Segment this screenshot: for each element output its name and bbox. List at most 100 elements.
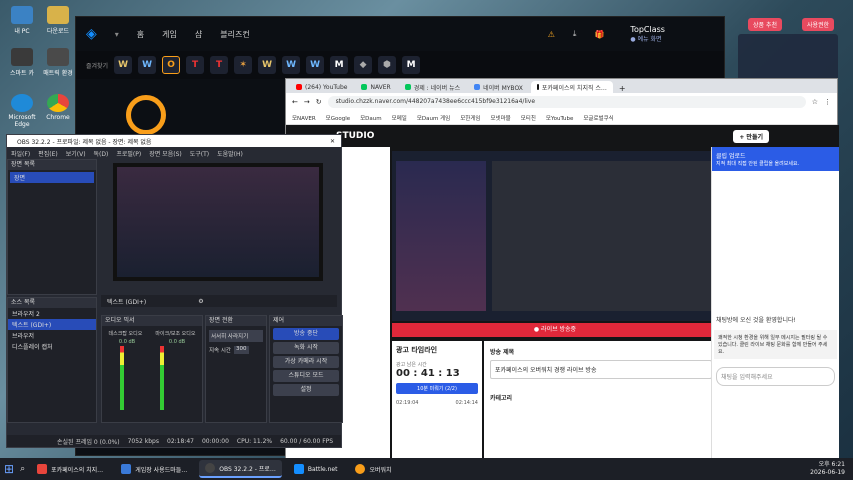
game-icon-hots[interactable]: ◆: [354, 56, 373, 74]
create-button[interactable]: + 만들기: [733, 129, 769, 143]
duration-input[interactable]: 300: [234, 346, 249, 354]
menu-view[interactable]: 보기(V): [66, 149, 86, 158]
game-icon-sc2[interactable]: W: [306, 56, 325, 74]
menu-tools[interactable]: 도구(T): [190, 149, 209, 158]
search-icon[interactable]: ⌕: [20, 464, 25, 474]
desktop-icon-mypc[interactable]: 내 PC: [4, 6, 40, 35]
desktop-icon-env[interactable]: 매트릭 환경: [40, 48, 76, 77]
address-bar[interactable]: studio.chzzk.naver.com/448207a7438ee6ccc…: [327, 96, 806, 108]
game-icon-hearthstone[interactable]: ✶: [234, 56, 253, 74]
menu-edit[interactable]: 편집(E): [38, 149, 58, 158]
menu-dock[interactable]: 독(D): [94, 149, 109, 158]
source-item[interactable]: 브라우저: [8, 330, 96, 341]
transition-select[interactable]: 서서히 사라지기: [209, 330, 263, 342]
clip-upload-banner[interactable]: 클립 업로드 지적 최대 직접 안된 클립을 올려보세요.: [712, 147, 839, 171]
game-icon-sc[interactable]: W: [282, 56, 301, 74]
game-icon-cod[interactable]: M: [330, 56, 349, 74]
menu-scene-collection[interactable]: 장면 모음(S): [149, 149, 181, 158]
game-icon-warcraft[interactable]: W: [114, 56, 133, 74]
recommend-button[interactable]: 상품 추천: [748, 18, 782, 31]
ad-delay-button[interactable]: 10분 미뤄기 (2/2): [396, 383, 478, 394]
close-icon[interactable]: ✕: [330, 138, 335, 145]
source-item[interactable]: 디스플레이 캡처: [8, 341, 96, 352]
start-recording-button[interactable]: 녹화 시작: [273, 342, 339, 354]
bookmark[interactable]: 모Daum 게임: [417, 114, 450, 122]
ad-timer-label: 광고 남은 시간: [396, 362, 427, 368]
nav-shop[interactable]: 샵: [195, 29, 202, 40]
virtual-camera-button[interactable]: 가상 카메라 시작: [273, 356, 339, 368]
tab-naver[interactable]: NAVER: [355, 81, 396, 93]
mixer-levels: 0.0 dB 0.0 dB: [118, 339, 186, 345]
taskbar-item-overwatch[interactable]: 오버워치: [349, 460, 397, 478]
settings-button[interactable]: 설정: [273, 384, 339, 396]
bookmark[interactable]: 모YouTube: [546, 114, 573, 122]
nav-home[interactable]: 홈: [137, 29, 144, 40]
menu-help[interactable]: 도움말(H): [217, 149, 243, 158]
game-icon-overwatch[interactable]: O: [162, 56, 181, 74]
clock[interactable]: 오후 6:21 2026-06-19: [810, 461, 845, 477]
desktop-icon-chrome[interactable]: Chrome: [40, 94, 76, 121]
bookmark[interactable]: 모NAVER: [292, 114, 316, 122]
studio-header: STUDIO + 만들기: [286, 125, 839, 147]
studio-mode-button[interactable]: 스튜디오 모드: [273, 370, 339, 382]
bookmark[interactable]: 모넷마블: [490, 114, 510, 122]
stream-title-input[interactable]: 포카페이스의 오버워치 경쟁 라이브 방송: [490, 360, 712, 379]
nav-blizzcon[interactable]: 블리즈컨: [220, 29, 249, 40]
bookmark[interactable]: 모Daum: [360, 114, 382, 122]
game-icon-wc3[interactable]: W: [258, 56, 277, 74]
star-icon[interactable]: ☆: [812, 98, 818, 106]
dropdown-icon[interactable]: ▾: [115, 30, 119, 39]
game-icon-diablo2[interactable]: T: [210, 56, 229, 74]
game-icon-diablo[interactable]: T: [186, 56, 205, 74]
taskbar-item-obs[interactable]: OBS 32.2.2 - 프로…: [199, 460, 282, 478]
game-icon-crash[interactable]: ⬢: [378, 56, 397, 74]
nested-desktop-preview: [492, 161, 712, 311]
bookmark[interactable]: 모티친: [521, 114, 536, 122]
back-icon[interactable]: ←: [292, 98, 298, 106]
desktop-icon-downloads[interactable]: 다운로드: [40, 6, 76, 35]
taskbar-item-battlenet[interactable]: Battle.net: [288, 460, 344, 478]
chat-input[interactable]: 채팅을 입력해주세요: [716, 367, 835, 386]
game-icon-wow[interactable]: W: [138, 56, 157, 74]
chzzk-icon: [536, 84, 539, 90]
desktop-top-widgets: 상품 추천 사용권한: [748, 18, 835, 31]
tab-youtube[interactable]: (264) YouTube: [290, 81, 353, 93]
forward-icon[interactable]: →: [304, 98, 310, 106]
tab-chzzk-studio[interactable]: 포카페이스의 치지직 스…: [530, 81, 613, 93]
gear-icon[interactable]: ⚙: [198, 298, 203, 305]
stop-streaming-button[interactable]: 방송 중단: [273, 328, 339, 340]
reload-icon[interactable]: ↻: [316, 98, 322, 106]
bookmark[interactable]: 모메일: [392, 114, 407, 122]
menu-profile[interactable]: 프로필(P): [116, 149, 141, 158]
desktop-icon-smartcar[interactable]: 스마트 카: [4, 48, 40, 77]
bookmark[interactable]: 모한게임: [460, 114, 480, 122]
bookmark[interactable]: 모글로벌쿠식: [583, 114, 613, 122]
gift-icon[interactable]: 🎁: [594, 30, 604, 39]
menu-file[interactable]: 파일(F): [11, 149, 30, 158]
profile[interactable]: TopClass ● 예뉴 화면: [630, 25, 665, 43]
source-item-selected[interactable]: 텍스트 (GDI+): [8, 319, 96, 330]
start-icon[interactable]: ⊞: [4, 462, 14, 476]
taskbar-item-chrome[interactable]: 포카페이스의 치지…: [31, 460, 109, 478]
naver-icon: [404, 84, 411, 90]
favorites-label: 즐겨찾기: [86, 62, 109, 70]
menu-icon[interactable]: ⋮: [824, 98, 831, 106]
tab-naver-news[interactable]: 경제 : 네이버 뉴스: [399, 81, 466, 93]
app-icon: [121, 464, 132, 474]
scenes-dock: 장면 목록 장면: [7, 159, 97, 295]
scene-item[interactable]: 장면: [10, 172, 94, 183]
desktop-icon-edge[interactable]: Microsoft Edge: [4, 94, 40, 128]
ad-timeline-label: 광고 타임라인: [396, 346, 438, 354]
taskbar-item-game[interactable]: 게임장 사용드마들…: [115, 460, 193, 478]
chrome-window: (264) YouTube NAVER 경제 : 네이버 뉴스 네이버 MYBO…: [285, 78, 839, 463]
nav-games[interactable]: 게임: [162, 29, 177, 40]
source-item[interactable]: 브라우저 2: [8, 308, 96, 319]
tab-mybox[interactable]: 네이버 MYBOX: [468, 81, 529, 93]
game-icon-mw[interactable]: M: [402, 56, 421, 74]
permission-button[interactable]: 사용권한: [802, 18, 835, 31]
download-icon[interactable]: ⤓: [573, 29, 577, 39]
new-tab-icon[interactable]: +: [615, 84, 626, 93]
warning-icon[interactable]: ⚠: [548, 30, 555, 39]
bookmark[interactable]: 모Google: [326, 114, 350, 122]
obs-preview[interactable]: [113, 163, 323, 281]
